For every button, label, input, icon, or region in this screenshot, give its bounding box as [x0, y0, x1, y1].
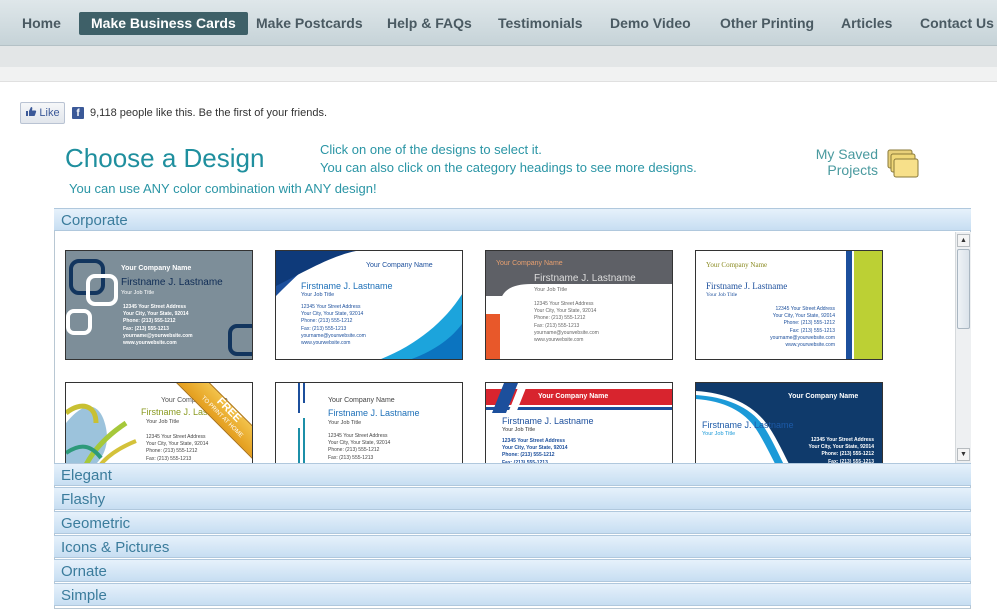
card-4-company: Your Company Name	[706, 261, 768, 269]
card-8-job: Your Job Title	[702, 431, 736, 437]
card-2-name: Firstname J. Lastname	[301, 281, 393, 291]
card-1-job: Your Job Title	[121, 290, 155, 296]
nav-home[interactable]: Home	[10, 12, 73, 35]
card-2-address: 12345 Your Street Address Your City, Your…	[301, 304, 366, 347]
card-2-job: Your Job Title	[301, 292, 335, 298]
card-7-address: 12345 Your Street Address Your City, Your…	[502, 438, 568, 463]
thumbs-up-icon	[25, 106, 37, 120]
card-8-name: Firstname J. Lastname	[702, 420, 794, 430]
category-icons-pictures[interactable]: Icons & Pictures	[54, 535, 971, 558]
page-title: Choose a Design	[65, 143, 265, 173]
card-1-address: 12345 Your Street Address Your City, Your…	[123, 304, 193, 347]
scrollbar-thumb[interactable]	[957, 249, 970, 329]
scroll-up-icon[interactable]: ▲	[957, 234, 970, 247]
nav-other-printing[interactable]: Other Printing	[708, 12, 826, 35]
design-card-7[interactable]: Your Company Name Firstname J. Lastname …	[485, 382, 673, 463]
card-7-name: Firstname J. Lastname	[502, 416, 594, 426]
card-4-address: 12345 Your Street Address Your City, Your…	[770, 306, 835, 349]
design-card-1[interactable]: Your Company Name Firstname J. Lastname …	[65, 250, 253, 360]
design-card-3[interactable]: Your Company Name Firstname J. Lastname …	[485, 250, 673, 360]
nav-make-postcards[interactable]: Make Postcards	[244, 12, 375, 35]
instruction-line-1: Click on one of the designs to select it…	[320, 142, 542, 157]
card-3-address: 12345 Your Street Address Your City, Your…	[534, 301, 599, 344]
nav-testimonials[interactable]: Testimonials	[486, 12, 595, 35]
folder-stack-icon[interactable]	[884, 148, 920, 180]
designs-grid: Your Company Name Firstname J. Lastname …	[55, 232, 955, 463]
card-7-company: Your Company Name	[538, 393, 609, 400]
category-geometric[interactable]: Geometric	[54, 511, 971, 534]
card-4-name: Firstname J. Lastname	[706, 281, 788, 291]
category-elegant[interactable]: Elegant	[54, 463, 971, 486]
nav-help-faqs[interactable]: Help & FAQs	[375, 12, 484, 35]
card-7-job: Your Job Title	[502, 427, 536, 433]
card-5-job: Your Job Title	[146, 419, 180, 425]
category-simple[interactable]: Simple	[54, 583, 971, 606]
category-ornate[interactable]: Ornate	[54, 559, 971, 582]
design-card-6[interactable]: Your Company Name Firstname J. Lastname …	[275, 382, 463, 463]
like-count-text: 9,118 people like this. Be the first of …	[90, 107, 328, 119]
card-1-name: Firstname J. Lastname	[121, 277, 223, 288]
design-card-5[interactable]: Your Company Name Firstname J. Lastname …	[65, 382, 253, 463]
card-4-job: Your Job Title	[706, 292, 738, 298]
my-saved-projects-link[interactable]: My Saved Projects	[800, 146, 878, 178]
card-6-address: 12345 Your Street Address Your City, Your…	[328, 433, 391, 461]
card-8-address: 12345 Your Street Address Your City, Your…	[808, 437, 875, 463]
card-6-name: Firstname J. Lastname	[328, 408, 420, 418]
nav-articles[interactable]: Articles	[829, 12, 904, 35]
page-subtitle: You can use ANY color combination with A…	[69, 181, 377, 196]
header-band-shadow	[0, 67, 997, 82]
card-3-job: Your Job Title	[534, 287, 568, 293]
nav-demo-video[interactable]: Demo Video	[598, 12, 703, 35]
design-card-4[interactable]: Your Company Name Firstname J. Lastname …	[695, 250, 883, 360]
design-card-2[interactable]: Your Company Name Firstname J. Lastname …	[275, 250, 463, 360]
facebook-like-button[interactable]: Like	[20, 102, 65, 124]
header-band	[0, 46, 997, 67]
card-6-job: Your Job Title	[328, 420, 362, 426]
card-3-company: Your Company Name	[496, 260, 563, 267]
category-flashy[interactable]: Flashy	[54, 487, 971, 510]
nav-contact-us[interactable]: Contact Us	[908, 12, 997, 35]
like-label: Like	[39, 107, 60, 119]
card-6-company: Your Company Name	[328, 397, 395, 404]
card-2-company: Your Company Name	[366, 262, 433, 269]
designs-scrollbar[interactable]: ▲ ▼	[955, 232, 971, 463]
card-8-company: Your Company Name	[788, 393, 859, 400]
card-3-name: Firstname J. Lastname	[534, 273, 636, 284]
facebook-icon: f	[72, 107, 84, 119]
design-card-8[interactable]: Your Company Name Firstname J. Lastname …	[695, 382, 883, 463]
top-nav: Home Make Business Cards Make Postcards …	[0, 0, 997, 46]
category-corporate[interactable]: Corporate	[54, 208, 971, 231]
nav-make-business-cards[interactable]: Make Business Cards	[79, 12, 248, 35]
instruction-line-2: You can also click on the category headi…	[320, 160, 697, 175]
scroll-down-icon[interactable]: ▼	[957, 448, 970, 461]
card-1-company: Your Company Name	[121, 265, 192, 272]
